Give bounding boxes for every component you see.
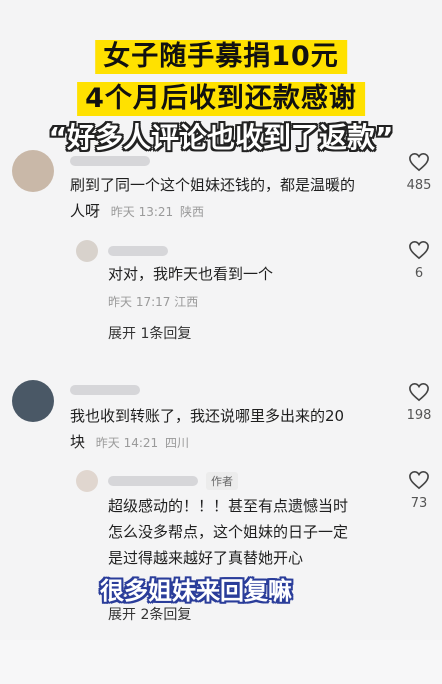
reply-line-2: 怎么没多帮点，这个姐妹的日子一定	[108, 523, 349, 541]
comment-line-1: 我也收到转账了，我还说哪里多出来的20	[70, 407, 345, 425]
like-count: 485	[406, 178, 432, 193]
avatar[interactable]	[76, 470, 98, 492]
reply-location: 江西	[174, 295, 199, 309]
comment-line-1: 刷到了同一个这个姐妹还钱的，都是温暖的	[70, 176, 356, 194]
reply-line-1: 超级感动的！！！甚至有点遗憾当时	[108, 497, 349, 515]
heart-icon[interactable]	[408, 240, 430, 260]
avatar[interactable]	[76, 240, 98, 262]
comment-location: 四川	[164, 436, 189, 450]
heart-icon[interactable]	[408, 470, 430, 490]
reply-text: 对对，我昨天也看到一个	[108, 265, 274, 283]
comment-text: 我也收到转账了，我还说哪里多出来的20 块 昨天 14:21 四川	[70, 403, 390, 456]
username-blurred[interactable]	[70, 385, 140, 395]
comment-time: 昨天 14:21	[95, 436, 159, 450]
expand-replies-button[interactable]: 展开 1条回复	[108, 323, 191, 343]
reply-text: 超级感动的！！！甚至有点遗憾当时 怎么没多帮点，这个姐妹的日子一定 是过得越来越…	[108, 493, 388, 571]
video-caption: 很多姐妹来回复嘛	[100, 577, 292, 605]
reply-meta: 昨天 17:17 江西	[108, 293, 198, 310]
username-blurred[interactable]	[108, 246, 168, 256]
avatar[interactable]	[12, 150, 54, 192]
username-blurred[interactable]	[70, 156, 150, 166]
comment-time: 昨天 13:21	[110, 205, 174, 219]
headline-line3: “好多人评论也收到了返款”	[0, 120, 442, 158]
headline-title-1: 女子随手募捐10元	[95, 40, 347, 74]
like-count: 73	[410, 496, 428, 511]
headline-line2: 4个月后收到还款感谢	[0, 82, 442, 120]
like-count: 6	[414, 266, 424, 281]
comment-location: 陕西	[179, 205, 204, 219]
comment-text: 刷到了同一个这个姐妹还钱的，都是温暖的 人呀 昨天 13:21 陕西	[70, 172, 390, 225]
reply-time: 昨天 17:17	[108, 295, 171, 309]
heart-icon[interactable]	[408, 382, 430, 402]
comment-line-2: 块	[70, 433, 86, 451]
expand-replies-button[interactable]: 展开 2条回复	[108, 604, 191, 624]
headline-line1: 女子随手募捐10元	[0, 40, 442, 78]
heart-icon[interactable]	[408, 152, 430, 172]
bottom-fade	[0, 640, 442, 684]
username-blurred[interactable]	[108, 476, 198, 486]
headline-title-2: 4个月后收到还款感谢	[77, 82, 365, 116]
like-count: 198	[406, 408, 432, 423]
comment-line-2: 人呀	[70, 202, 101, 220]
headline-quote: “好多人评论也收到了返款”	[48, 121, 394, 154]
reply-line-3: 是过得越来越好了真替她开心	[108, 549, 304, 567]
avatar[interactable]	[12, 380, 54, 422]
author-badge: 作者	[206, 472, 238, 490]
